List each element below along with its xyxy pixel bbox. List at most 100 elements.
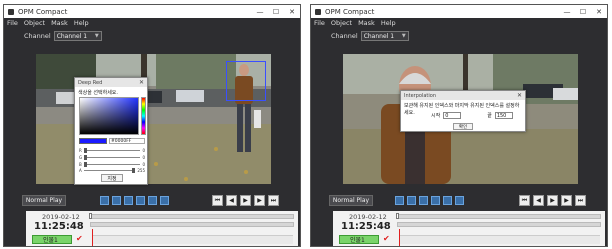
window-title: OPM Compact: [18, 7, 68, 16]
close-icon[interactable]: ✕: [139, 79, 147, 86]
skip-end-icon[interactable]: ⏭: [268, 195, 279, 206]
playback-controls: Normal Play ⏮ ◀ ▶ ▶ ⏭: [311, 195, 607, 207]
end-input[interactable]: 150: [494, 112, 513, 119]
maximize-icon[interactable]: ☐: [575, 8, 591, 16]
object-tag[interactable]: 인물1: [32, 235, 72, 244]
timeline-panel: 2019-02-12 11:25:48 인물1 ✔: [26, 211, 298, 246]
checkmark-icon[interactable]: ✔: [76, 234, 83, 243]
timeline-thumb[interactable]: [396, 213, 399, 219]
start-label: 시작: [431, 113, 441, 119]
timeline-scrubber[interactable]: [90, 214, 294, 219]
timeline-scrubber[interactable]: [397, 214, 601, 219]
color-slider-row[interactable]: B 0: [79, 162, 145, 167]
dialog-title-bar: Deep Red ✕: [75, 78, 147, 87]
menu-help[interactable]: Help: [74, 19, 89, 27]
channel-row: Channel Channel 1 ▼: [4, 28, 300, 44]
step-forward-icon[interactable]: ▶: [254, 195, 265, 206]
minimize-icon[interactable]: —: [559, 8, 575, 16]
title-bar: OPM Compact — ☐ ✕: [4, 5, 300, 18]
menu-help[interactable]: Help: [381, 19, 396, 27]
channel-select[interactable]: Channel 1 ▼: [360, 31, 409, 41]
draw-box-icon[interactable]: [100, 196, 109, 205]
minimize-icon[interactable]: —: [252, 8, 268, 16]
green-slider[interactable]: [84, 155, 141, 160]
menu-object[interactable]: Object: [24, 19, 45, 27]
channel-value: Channel 1: [363, 32, 395, 40]
title-bar: OPM Compact — ☐ ✕: [311, 5, 607, 18]
mask-icon[interactable]: [443, 196, 452, 205]
close-icon[interactable]: ✕: [591, 8, 607, 16]
playback-controls: Normal Play ⏮ ◀ ▶ ▶ ⏭: [4, 195, 300, 207]
color-slider-row[interactable]: R 0: [79, 148, 145, 153]
timeline-date: 2019-02-12: [42, 213, 80, 221]
step-back-icon[interactable]: ◀: [533, 195, 544, 206]
timeline-thumb[interactable]: [89, 213, 92, 219]
alpha-slider[interactable]: [83, 168, 136, 173]
normal-play-button[interactable]: Normal Play: [329, 195, 373, 206]
play-icon[interactable]: ▶: [240, 195, 251, 206]
color-picker-dialog: Deep Red ✕ 색상을 선택하세요. #0000FF R 0 G 0 B …: [74, 77, 148, 185]
menu-object[interactable]: Object: [331, 19, 352, 27]
start-input[interactable]: 0: [443, 112, 462, 119]
normal-play-button[interactable]: Normal Play: [22, 195, 66, 206]
channel-select[interactable]: Channel 1 ▼: [53, 31, 102, 41]
mask-icon[interactable]: [148, 196, 157, 205]
apply-button[interactable]: 지정: [101, 174, 123, 182]
export-icon[interactable]: [455, 196, 464, 205]
object-track-bar[interactable]: [93, 235, 293, 244]
channel-label: Channel: [331, 32, 358, 40]
object-tag[interactable]: 인물1: [339, 235, 379, 244]
timeline-track[interactable]: [90, 222, 294, 227]
timeline-time: 11:25:48: [34, 221, 84, 232]
close-icon[interactable]: ✕: [517, 92, 525, 99]
hex-input[interactable]: #0000FF: [109, 138, 145, 144]
menu-bar: File Object Mask Help: [311, 18, 607, 28]
roi-bounding-box[interactable]: [226, 61, 266, 101]
skip-start-icon[interactable]: ⏮: [212, 195, 223, 206]
channel-row: Channel Channel 1 ▼: [311, 28, 607, 44]
hue-slider[interactable]: [141, 97, 146, 135]
blue-slider[interactable]: [83, 162, 141, 167]
close-icon[interactable]: ✕: [284, 8, 300, 16]
chevron-down-icon: ▼: [94, 33, 99, 39]
menu-mask[interactable]: Mask: [51, 19, 68, 27]
checkmark-icon[interactable]: ✔: [383, 234, 390, 243]
color-slider-row[interactable]: A 255: [79, 168, 145, 173]
app-icon: [315, 8, 321, 15]
object-track-bar[interactable]: [400, 235, 600, 244]
track-icon[interactable]: [124, 196, 133, 205]
green-slider-value: 0: [142, 155, 145, 160]
interpolate-icon[interactable]: [136, 196, 145, 205]
track-icon[interactable]: [419, 196, 428, 205]
color-slider-row[interactable]: G 0: [79, 155, 145, 160]
select-icon[interactable]: [112, 196, 121, 205]
menu-file[interactable]: File: [314, 19, 325, 27]
channel-value: Channel 1: [56, 32, 88, 40]
chevron-down-icon: ▼: [401, 33, 406, 39]
right-app-window: OPM Compact — ☐ ✕ File Object Mask Help …: [310, 4, 608, 247]
timeline-panel: 2019-02-12 11:25:48 인물1 ✔: [333, 211, 605, 246]
alpha-slider-value: 255: [137, 168, 145, 173]
play-icon[interactable]: ▶: [547, 195, 558, 206]
skip-end-icon[interactable]: ⏭: [575, 195, 586, 206]
draw-box-icon[interactable]: [395, 196, 404, 205]
left-app-window: OPM Compact — ☐ ✕ File Object Mask Help …: [3, 4, 301, 247]
confirm-button[interactable]: 확인: [453, 123, 473, 130]
timeline-track[interactable]: [397, 222, 601, 227]
step-forward-icon[interactable]: ▶: [561, 195, 572, 206]
menu-file[interactable]: File: [7, 19, 18, 27]
saturation-value-picker[interactable]: [79, 97, 139, 135]
timeline-time: 11:25:48: [341, 221, 391, 232]
export-icon[interactable]: [160, 196, 169, 205]
maximize-icon[interactable]: ☐: [268, 8, 284, 16]
timeline-date: 2019-02-12: [349, 213, 387, 221]
channel-label: Channel: [24, 32, 51, 40]
menu-mask[interactable]: Mask: [358, 19, 375, 27]
red-slider[interactable]: [83, 148, 141, 153]
interpolate-icon[interactable]: [431, 196, 440, 205]
blue-slider-value: 0: [142, 162, 145, 167]
window-title: OPM Compact: [325, 7, 375, 16]
step-back-icon[interactable]: ◀: [226, 195, 237, 206]
select-icon[interactable]: [407, 196, 416, 205]
skip-start-icon[interactable]: ⏮: [519, 195, 530, 206]
